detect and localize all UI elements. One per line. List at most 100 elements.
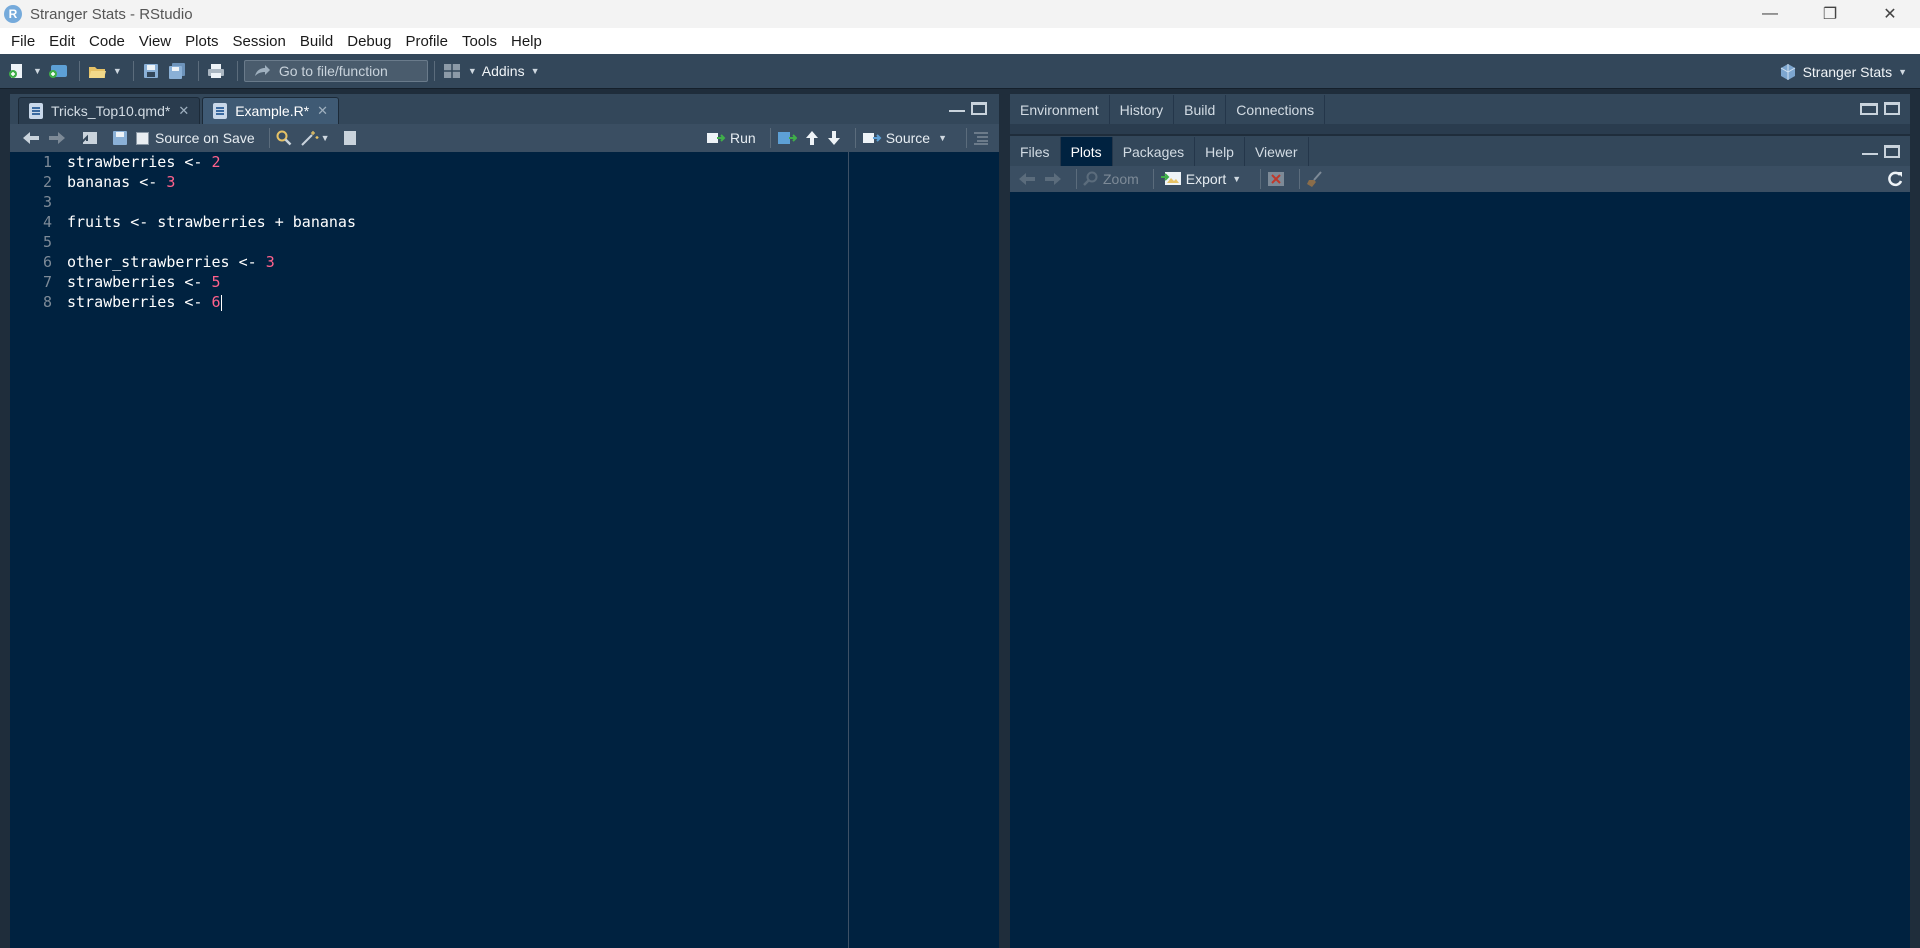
maximize-pane-icon[interactable] <box>1884 145 1900 158</box>
menu-file[interactable]: File <box>4 33 42 50</box>
minimize-pane-icon[interactable] <box>949 106 965 112</box>
source-caret-icon: ▼ <box>938 133 947 143</box>
tab-history[interactable]: History <box>1110 95 1175 124</box>
print-icon[interactable] <box>205 61 227 81</box>
source-on-save-label: Source on Save <box>155 130 255 146</box>
rerun-icon[interactable] <box>777 130 797 146</box>
restore-pane-icon[interactable] <box>1860 102 1878 115</box>
close-tab-icon[interactable]: ✕ <box>317 103 328 119</box>
addins-button[interactable]: Addins ▼ <box>482 63 545 79</box>
code-line[interactable]: strawberries <- 5 <box>67 272 356 292</box>
toolbar-divider <box>197 61 199 81</box>
new-file-caret-icon[interactable]: ▼ <box>33 66 42 76</box>
restore-icon[interactable]: ❐ <box>1800 0 1860 28</box>
environment-pane-collapsed <box>1010 124 1910 134</box>
code-line[interactable]: other_strawberries <- 3 <box>67 252 356 272</box>
code-line[interactable]: strawberries <- 2 <box>67 152 356 172</box>
code-text: strawberries <- <box>67 153 212 171</box>
previous-plot-icon[interactable] <box>1018 172 1036 186</box>
menu-plots[interactable]: Plots <box>178 33 225 50</box>
toolbar-divider <box>268 128 270 148</box>
code-tools-wand-icon[interactable]: ▼ <box>300 130 335 146</box>
tab-plots[interactable]: Plots <box>1060 137 1113 166</box>
menu-build[interactable]: Build <box>293 33 340 50</box>
project-menu[interactable]: Stranger Stats ▼ <box>1779 54 1912 89</box>
clear-all-plots-broom-icon[interactable] <box>1306 171 1324 187</box>
tab-label: Tricks_Top10.qmd* <box>51 103 171 119</box>
code-line[interactable]: strawberries <- 6 <box>67 292 356 312</box>
line-number: 4 <box>42 213 52 231</box>
toolbar-divider <box>769 128 771 148</box>
code-line[interactable] <box>67 232 356 252</box>
back-arrow-icon[interactable] <box>22 131 40 145</box>
menu-view[interactable]: View <box>132 33 178 50</box>
window-controls: — ❐ ✕ <box>1740 0 1920 28</box>
save-all-icon[interactable] <box>166 61 188 81</box>
source-on-save-checkbox[interactable] <box>136 131 149 145</box>
toolbar-divider <box>854 128 856 148</box>
compile-report-icon[interactable] <box>343 130 357 146</box>
tab-tricks-top10[interactable]: Tricks_Top10.qmd* ✕ <box>18 97 201 124</box>
close-tab-icon[interactable]: ✕ <box>178 103 189 119</box>
save-icon[interactable] <box>140 61 162 81</box>
menu-session[interactable]: Session <box>226 33 293 50</box>
go-to-previous-section-icon[interactable] <box>805 130 819 146</box>
workspace-panes-icon[interactable] <box>441 61 463 81</box>
zoom-button[interactable]: Zoom <box>1083 171 1139 187</box>
close-icon[interactable]: ✕ <box>1860 0 1920 28</box>
tab-environment[interactable]: Environment <box>1010 95 1110 124</box>
source-icon <box>862 133 882 143</box>
workspace-panes-caret-icon[interactable]: ▼ <box>468 66 477 76</box>
code-line[interactable]: bananas <- 3 <box>67 172 356 192</box>
next-plot-icon[interactable] <box>1044 172 1062 186</box>
menu-profile[interactable]: Profile <box>398 33 455 50</box>
maximize-pane-icon[interactable] <box>971 102 987 115</box>
export-label: Export <box>1185 171 1227 187</box>
go-to-next-section-icon[interactable] <box>827 130 841 146</box>
show-in-window-icon[interactable] <box>80 131 98 145</box>
run-button[interactable]: Run <box>706 130 756 146</box>
find-replace-icon[interactable] <box>276 130 292 146</box>
code-text: strawberries <- <box>67 273 212 291</box>
refresh-icon[interactable] <box>1886 170 1904 188</box>
pane-splitter[interactable] <box>1000 89 1008 948</box>
source-button[interactable]: Source ▼ <box>862 130 952 146</box>
document-outline-icon[interactable] <box>973 131 989 145</box>
minimize-icon[interactable]: — <box>1740 0 1800 28</box>
code-line[interactable] <box>67 192 356 212</box>
numeric-literal: 2 <box>211 153 221 171</box>
go-to-arrow-icon <box>254 65 270 76</box>
line-number: 6 <box>42 253 52 271</box>
tab-packages[interactable]: Packages <box>1113 137 1196 166</box>
files-plots-tabbar: Files Plots Packages Help Viewer <box>1010 136 1910 166</box>
maximize-pane-icon[interactable] <box>1884 102 1900 115</box>
run-label: Run <box>730 130 756 146</box>
menu-edit[interactable]: Edit <box>42 33 82 50</box>
forward-arrow-icon[interactable] <box>48 131 66 145</box>
plots-toolbar: Zoom Export ▼ <box>1010 166 1910 192</box>
code-editor[interactable]: 1 2 3 4 5 6 7 8 strawberries <- 2 banana… <box>10 152 999 948</box>
source-label: Source <box>885 130 931 146</box>
tab-build[interactable]: Build <box>1174 95 1227 124</box>
tab-help[interactable]: Help <box>1195 137 1245 166</box>
go-to-file-input[interactable]: Go to file/function <box>243 60 428 82</box>
tab-viewer[interactable]: Viewer <box>1245 137 1309 166</box>
menu-help[interactable]: Help <box>504 33 549 50</box>
tab-connections[interactable]: Connections <box>1226 95 1326 124</box>
tab-example-r[interactable]: Example.R* ✕ <box>202 97 340 124</box>
tab-files[interactable]: Files <box>1010 137 1061 166</box>
numeric-literal: 5 <box>211 273 221 291</box>
save-doc-icon[interactable] <box>112 130 128 146</box>
code-line[interactable]: fruits <- strawberries + bananas <box>67 212 356 232</box>
menu-code[interactable]: Code <box>82 33 132 50</box>
export-button[interactable]: Export ▼ <box>1160 171 1246 187</box>
new-project-icon[interactable] <box>47 61 69 81</box>
menu-debug[interactable]: Debug <box>340 33 398 50</box>
minimize-pane-icon[interactable] <box>1862 149 1878 155</box>
new-file-icon[interactable] <box>6 61 28 81</box>
open-file-icon[interactable] <box>86 61 108 81</box>
remove-plot-icon[interactable] <box>1267 171 1285 187</box>
open-file-caret-icon[interactable]: ▼ <box>113 66 122 76</box>
source-on-save-toggle[interactable]: Source on Save <box>136 130 255 146</box>
menu-tools[interactable]: Tools <box>455 33 504 50</box>
